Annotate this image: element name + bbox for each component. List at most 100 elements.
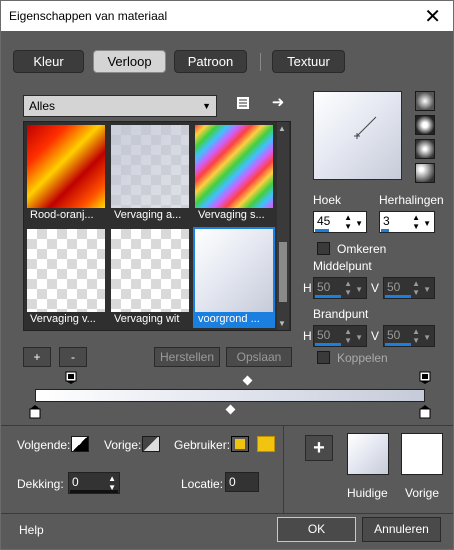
transparency-midpoint-diamond[interactable]	[242, 375, 253, 386]
opacity-slider-track	[70, 490, 118, 493]
spin-arrows-icon[interactable]: ▲ ▼	[344, 213, 352, 231]
link-label: Koppelen	[337, 351, 388, 365]
focus-h-stepper[interactable]: 50 ▲ ▼ ▼	[313, 325, 367, 347]
chevron-down-icon: ▼	[202, 101, 211, 111]
ok-button[interactable]: OK	[277, 517, 356, 542]
next-label: Volgende:	[17, 438, 71, 452]
focus-h-label: H	[303, 329, 312, 343]
scrollbar-thumb[interactable]	[279, 242, 287, 302]
center-label: Middelpunt	[313, 259, 372, 273]
gallery-item-vervaging-wit[interactable]: Vervaging wit	[109, 227, 191, 328]
gallery-item-label: Vervaging s...	[198, 209, 265, 221]
arrow-right-icon[interactable]: ➜	[269, 93, 287, 111]
add-button[interactable]: +	[23, 347, 51, 367]
angle-handle[interactable]	[314, 92, 401, 179]
angle-stepper[interactable]: 45 ▲ ▼ ▼	[313, 211, 367, 233]
angle-label: Hoek	[313, 193, 342, 207]
close-icon[interactable]: ✕	[424, 4, 441, 29]
focus-v-label: V	[371, 329, 380, 343]
spin-arrows-icon[interactable]: ▲ ▼	[344, 327, 352, 345]
chevron-down-icon[interactable]: ▼	[423, 281, 431, 299]
gradient-thumbnail	[111, 125, 189, 208]
chevron-down-icon[interactable]: ▼	[355, 329, 363, 347]
previous-label: Vorige:	[104, 438, 142, 452]
tab-patroon[interactable]: Patroon	[174, 50, 247, 73]
center-h-label: H	[303, 281, 312, 295]
gradient-bar[interactable]	[35, 389, 425, 402]
gallery-item-vervaging-a[interactable]: Vervaging a...	[109, 123, 191, 224]
tab-textuur[interactable]: Textuur	[272, 50, 345, 73]
tab-verloop[interactable]: Verloop	[93, 50, 166, 73]
spin-arrows-icon[interactable]: ▲ ▼	[412, 213, 420, 231]
spin-arrows-icon[interactable]: ▲ ▼	[412, 279, 420, 297]
scroll-up-icon[interactable]: ▲	[278, 124, 286, 133]
gradient-gallery: Rood-oranj... Vervaging a... Vervaging s…	[23, 121, 291, 331]
spin-arrows-icon[interactable]: ▲ ▼	[344, 279, 352, 297]
color-stop-marker[interactable]	[29, 405, 41, 419]
gallery-item-rood-oranje[interactable]: Rood-oranj...	[25, 123, 107, 224]
gallery-item-vervaging-s[interactable]: Vervaging s...	[193, 123, 275, 224]
chevron-down-icon[interactable]: ▼	[423, 215, 431, 233]
gallery-options-icon[interactable]	[234, 95, 252, 113]
focus-v-value: 50	[387, 328, 401, 342]
repeats-label: Herhalingen	[379, 193, 444, 207]
restore-button[interactable]: Herstellen	[154, 347, 220, 367]
location-field[interactable]: 0	[225, 472, 259, 492]
tab-separator	[260, 53, 261, 71]
focus-h-value: 50	[317, 328, 331, 342]
gallery-item-label: Vervaging v...	[30, 313, 96, 325]
rectangular-style-icon[interactable]	[415, 115, 435, 135]
user-color-swatch-1[interactable]	[231, 436, 249, 452]
current-swatch[interactable]	[347, 433, 389, 475]
remove-button[interactable]: -	[59, 347, 87, 367]
focus-label: Brandpunt	[313, 307, 369, 321]
repeats-stepper[interactable]: 3 ▲ ▼ ▼	[379, 211, 435, 233]
cancel-button[interactable]: Annuleren	[362, 517, 441, 542]
chevron-down-icon[interactable]: ▼	[423, 329, 431, 347]
user-color-1	[235, 439, 245, 449]
transparency-stop-marker[interactable]	[419, 371, 431, 385]
chevron-down-icon[interactable]: ▼	[355, 281, 363, 299]
user-color-swatch-2[interactable]	[257, 436, 275, 452]
gallery-item-vervaging-v[interactable]: Vervaging v...	[25, 227, 107, 328]
opacity-value: 0	[72, 475, 79, 489]
sunburst-style-icon[interactable]	[415, 139, 435, 159]
spin-arrows-icon[interactable]: ▲ ▼	[412, 327, 420, 345]
center-v-stepper[interactable]: 50 ▲ ▼ ▼	[383, 277, 435, 299]
previous-swatch[interactable]	[401, 433, 443, 475]
color-midpoint-diamond[interactable]	[225, 404, 236, 415]
invert-checkbox[interactable]	[317, 242, 330, 255]
gradient-thumbnail	[111, 229, 189, 312]
chevron-down-icon[interactable]: ▼	[355, 215, 363, 233]
dialog-body: Kleur Verloop Patroon Textuur Alles ▼ ➜ …	[1, 31, 453, 549]
gallery-item-voorgrond[interactable]: voorgrond ...	[193, 227, 275, 328]
opacity-stepper[interactable]: 0 ▲ ▼	[68, 472, 120, 494]
color-stop-marker[interactable]	[419, 405, 431, 419]
gallery-item-label: Rood-oranj...	[30, 209, 94, 221]
save-button[interactable]: Opslaan	[226, 347, 292, 367]
add-swatch-button[interactable]: +	[305, 435, 333, 461]
transparency-stop-marker[interactable]	[65, 371, 77, 385]
category-dropdown[interactable]: Alles ▼	[23, 95, 217, 117]
next-color-swatch[interactable]	[71, 436, 89, 452]
location-label: Locatie:	[181, 477, 224, 491]
radial-style-icon[interactable]	[415, 163, 435, 183]
center-v-label: V	[371, 281, 380, 295]
linear-style-icon[interactable]	[415, 91, 435, 111]
center-h-stepper[interactable]: 50 ▲ ▼ ▼	[313, 277, 367, 299]
gallery-item-label: voorgrond ...	[195, 312, 273, 326]
scroll-down-icon[interactable]: ▼	[278, 319, 286, 328]
help-link[interactable]: Help	[19, 523, 44, 537]
category-value: Alles	[29, 99, 56, 113]
focus-v-stepper[interactable]: 50 ▲ ▼ ▼	[383, 325, 435, 347]
link-checkbox[interactable]	[317, 351, 330, 364]
center-v-value: 50	[387, 280, 401, 294]
previous-color-swatch[interactable]	[142, 436, 160, 452]
focus-h-slider-fill	[315, 343, 341, 346]
tab-kleur[interactable]: Kleur	[13, 50, 84, 73]
gallery-scrollbar[interactable]: ▲ ▼	[277, 122, 289, 330]
center-v-slider-fill	[385, 295, 411, 298]
gradient-preview[interactable]	[313, 91, 402, 180]
material-properties-dialog: Eigenschappen van materiaal ✕ Kleur Verl…	[0, 0, 454, 550]
opacity-label: Dekking:	[17, 477, 64, 491]
